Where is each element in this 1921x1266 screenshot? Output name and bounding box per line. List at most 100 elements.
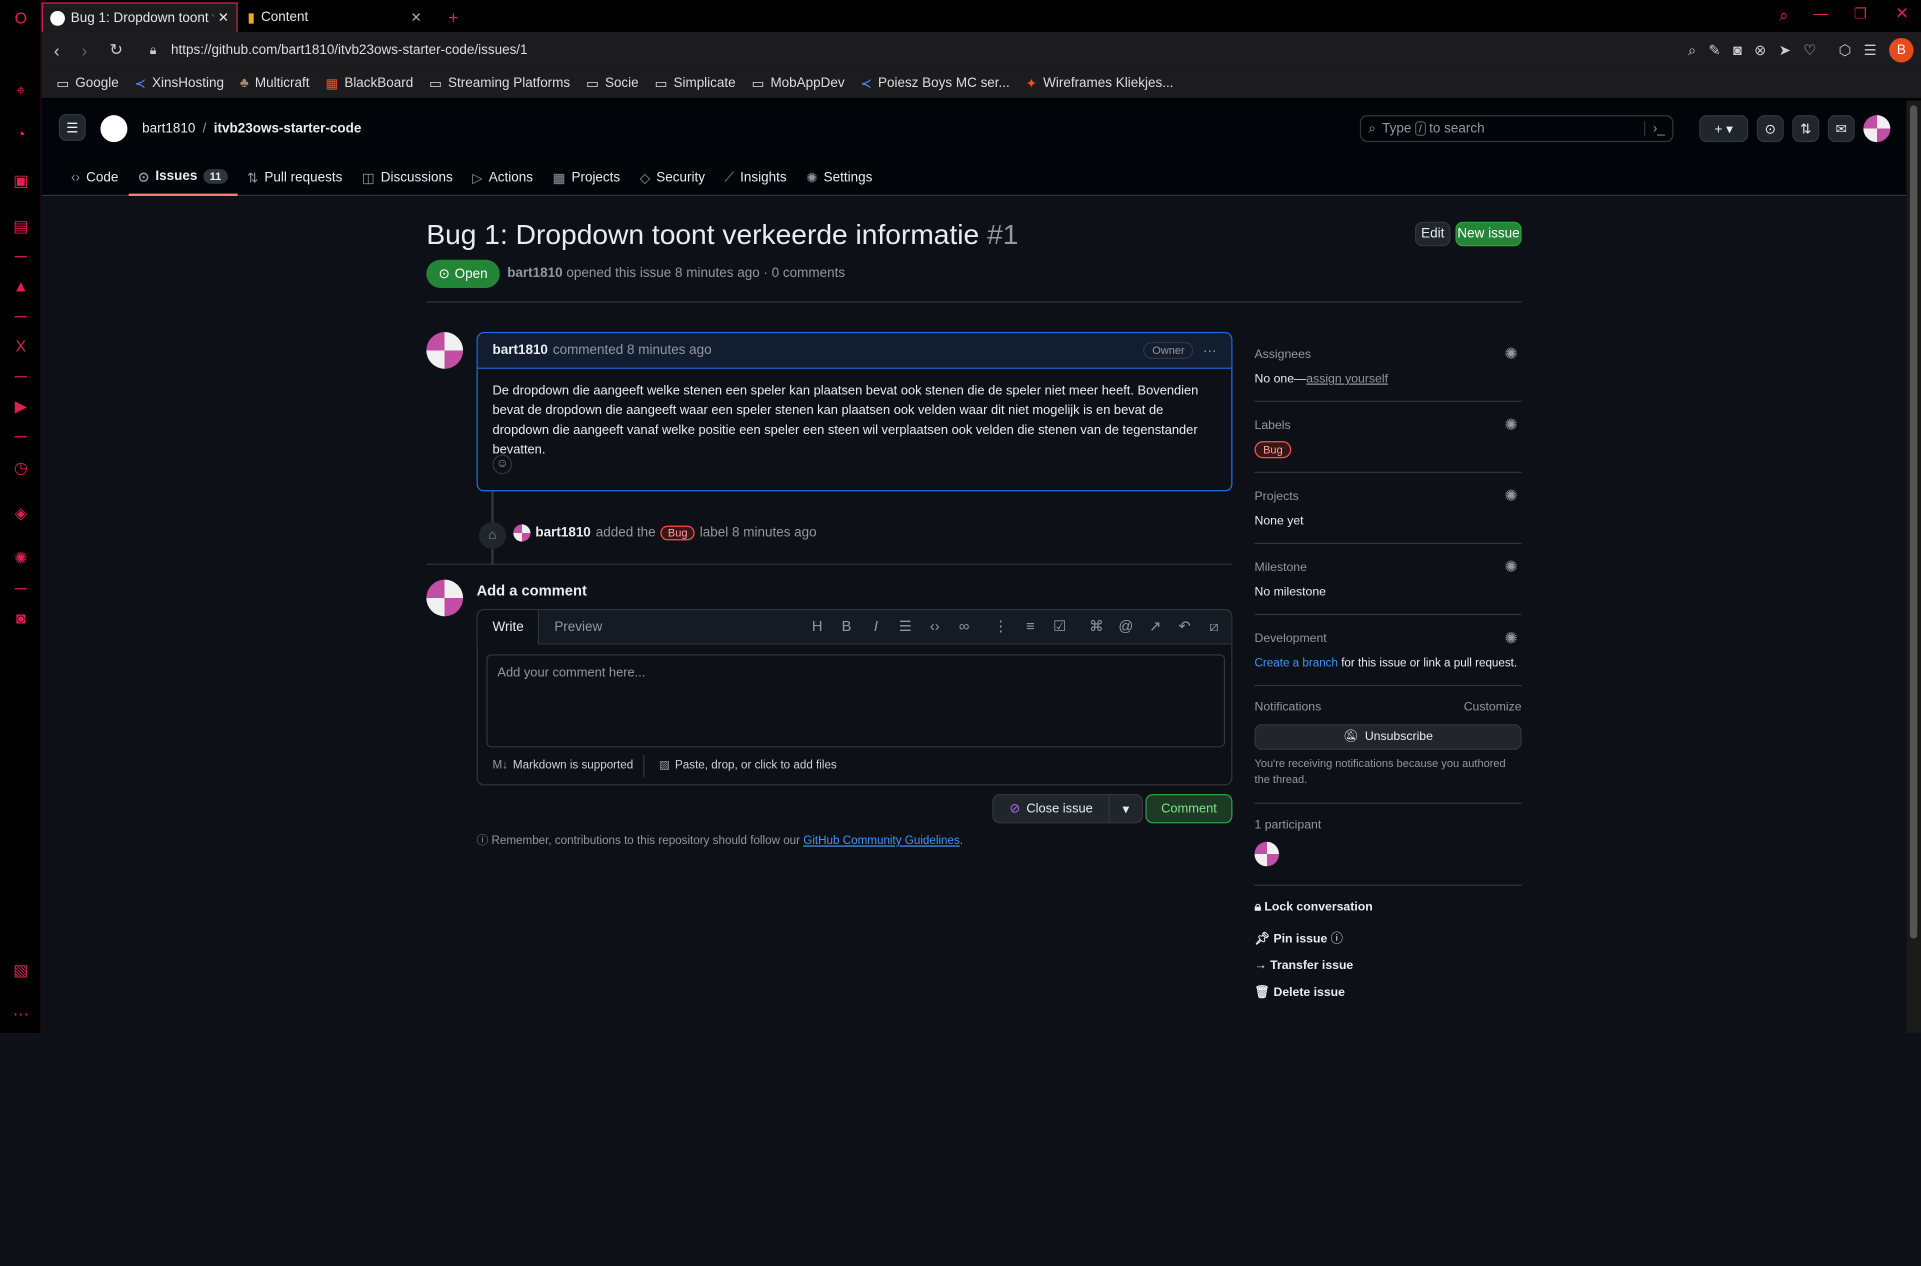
bookmark-xinshosting[interactable]: ≺ XinsHosting [135,75,224,91]
unordered-list-icon[interactable]: ≡ [1018,618,1043,636]
history-icon[interactable]: ◷ [11,458,31,478]
bag-icon[interactable]: ▣ [11,172,31,192]
tab-pull-requests[interactable]: ⇅ Pull requests [237,159,352,196]
send-icon[interactable]: ➤ [1779,42,1791,59]
ublock-icon[interactable]: ◙ [11,609,31,629]
tab-insights[interactable]: ⟋ Insights [715,159,797,196]
comment-author[interactable]: bart1810 [492,343,547,358]
url-field[interactable]: https://github.com/bart1810/itvb23ows-st… [171,43,528,58]
slash-command-icon[interactable]: ⧄ [1202,618,1227,636]
heart-icon[interactable]: ♡ [1803,42,1816,59]
gear-icon[interactable]: ✺ [1504,345,1521,363]
search-input[interactable]: ⌕ Type / to search ›_ [1359,115,1674,143]
scrollbar[interactable] [1906,100,1921,1033]
back-icon[interactable]: ‹ [54,40,60,60]
profile-avatar[interactable]: B [1889,37,1914,63]
adblock-icon[interactable]: ⊗ [1754,42,1766,59]
close-tab-icon[interactable]: ✕ [410,9,421,25]
pull-requests-icon[interactable]: ⇅ [1792,115,1820,143]
bookmark-poiesz[interactable]: ≺ Poiesz Boys MC ser... [861,75,1010,91]
task-list-icon[interactable]: ☑ [1047,618,1072,636]
assign-yourself-link[interactable]: assign yourself [1306,372,1388,385]
attach-icon[interactable]: ⌘ [1084,618,1109,636]
link-icon[interactable]: ∞ [952,618,977,636]
player-icon[interactable]: ▶ [11,397,31,417]
bookmark-wireframes[interactable]: ✦ Wireframes Kliekjes... [1026,75,1174,91]
tab-actions[interactable]: ▷ Actions [462,159,542,196]
edit-button[interactable]: Edit [1414,221,1451,247]
avatar[interactable] [513,524,531,542]
bookmark-google[interactable]: ▭ Google [56,75,118,91]
search-tabs-icon[interactable]: ⌕ [1779,5,1789,26]
close-tab-icon[interactable]: ✕ [218,10,229,26]
italic-icon[interactable]: I [864,618,889,636]
unsubscribe-button[interactable]: 🔕︎ Unsubscribe [1254,724,1522,750]
ordered-list-icon[interactable]: ⋮ [989,618,1014,636]
tab-discussions[interactable]: ◫ Discussions [352,159,462,196]
label-badge[interactable]: Bug [1254,441,1292,459]
kebab-menu-icon[interactable]: ⋯ [1203,342,1216,359]
bookmark-simplicate[interactable]: ▭ Simplicate [655,75,736,91]
tab-code[interactable]: ‹› Code [61,159,128,196]
pin-issue-link[interactable]: 📌︎ Pin issue ⓘ [1255,928,1522,945]
bookmark-multicraft[interactable]: ♣ Multicraft [240,76,310,91]
edit-icon[interactable]: ✎ [1708,42,1720,59]
window-close-icon[interactable]: ✕ [1895,4,1908,24]
lock-conversation-link[interactable]: 🔒︎ Lock conversation [1255,901,1522,914]
create-branch-link[interactable]: Create a branch [1255,657,1338,670]
label-badge[interactable]: Bug [660,525,695,541]
tab-preview[interactable]: Preview [540,619,617,634]
gallery-icon[interactable]: ▧ [11,961,31,981]
reply-icon[interactable]: ↶ [1172,618,1197,636]
extensions-icon[interactable]: ⬡ [1839,42,1852,59]
minimize-icon[interactable]: — [1813,5,1828,22]
tab-issues[interactable]: ⊙ Issues 11 [128,159,238,197]
markdown-note[interactable]: M↓ Markdown is supported [492,758,633,771]
settings-gear-icon[interactable]: ✺ [11,549,31,569]
gear-icon[interactable]: ✺ [1504,629,1521,647]
quote-icon[interactable]: ☰ [893,618,918,636]
mention-icon[interactable]: @ [1114,618,1139,636]
avatar[interactable] [426,579,464,617]
bookmark-mobappdev[interactable]: ▭ MobAppDev [752,75,845,91]
owner-link[interactable]: bart1810 [142,121,195,136]
bookmark-socie[interactable]: ▭ Socie [586,75,639,91]
code-icon[interactable]: ‹› [923,618,948,636]
gear-icon[interactable]: ✺ [1504,558,1521,576]
restore-icon[interactable]: ❐ [1854,5,1867,22]
hamburger-menu-button[interactable]: ☰ [58,113,86,141]
create-new-button[interactable]: + ▾ [1699,115,1749,143]
tab-projects[interactable]: ▦ Projects [543,159,630,196]
participant-avatar[interactable] [1254,841,1280,867]
bookmark-streaming[interactable]: ▭ Streaming Platforms [429,75,570,91]
reference-icon[interactable]: ↗ [1143,618,1168,636]
comment-textarea[interactable]: Add your comment here... [486,654,1226,748]
heading-icon[interactable]: H [805,618,830,636]
new-issue-button[interactable]: New issue [1455,221,1522,247]
guidelines-link[interactable]: GitHub Community Guidelines [803,834,960,847]
gear-icon[interactable]: ✺ [1504,416,1521,434]
new-tab-button[interactable]: + [441,2,466,31]
opera-logo-icon[interactable]: O [11,9,31,29]
aria-icon[interactable]: ▲ [11,277,31,297]
command-palette-icon[interactable]: ›_ [1644,121,1672,137]
speed-icon[interactable]: ◔ [11,125,31,145]
user-avatar[interactable] [1863,115,1891,143]
lens-icon[interactable]: ⌕ [1688,41,1696,59]
gamepad-icon[interactable]: ⌖ [11,81,31,101]
news-icon[interactable]: ▤ [11,217,31,237]
github-logo-icon[interactable] [100,115,128,143]
tab-security[interactable]: ◇ Security [630,159,715,196]
comment-button[interactable]: Comment [1145,793,1233,824]
transfer-issue-link[interactable]: → Transfer issue [1255,959,1522,972]
smiley-icon[interactable]: ☺ [492,454,513,475]
close-options-dropdown[interactable]: ▾ [1108,793,1144,824]
issues-icon[interactable]: ⊙ [1756,115,1784,143]
tab-content[interactable]: ▮ Content ✕ [240,2,436,31]
cube-icon[interactable]: ◈ [11,504,31,524]
delete-issue-link[interactable]: 🗑︎ Delete issue [1255,986,1522,999]
customize-link[interactable]: Customize [1464,701,1522,714]
file-upload[interactable]: ▨ Paste, drop, or click to add files [659,758,837,771]
tab-settings[interactable]: ✺ Settings [796,159,882,196]
bold-icon[interactable]: B [834,618,859,636]
